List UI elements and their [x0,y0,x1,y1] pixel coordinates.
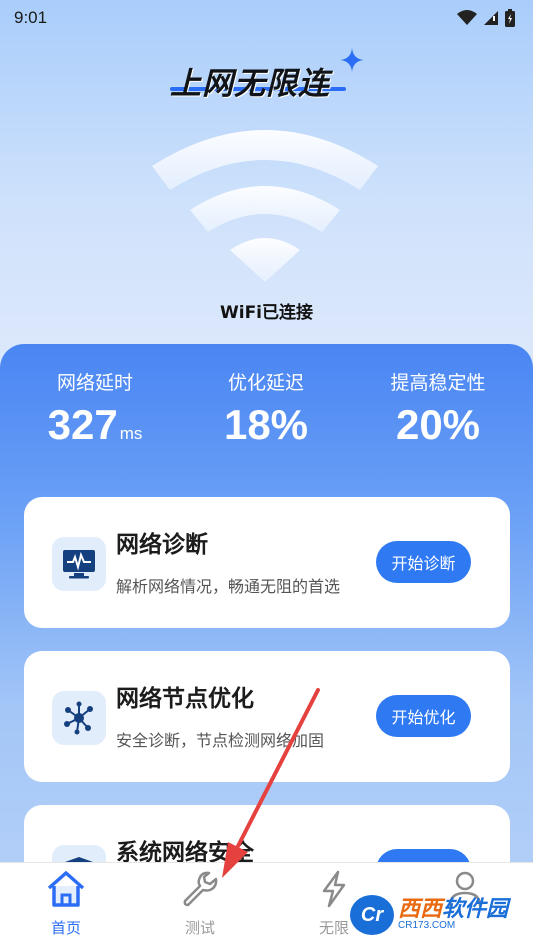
card-description: 解析网络情况，畅通无阻的首选 [116,577,341,596]
status-time: 9:01 [14,8,48,27]
battery-icon [505,9,515,27]
wifi-hero-icon [152,130,378,282]
wifi-signal-icon [457,10,477,25]
home-icon [47,871,85,907]
card-icon-box [52,537,106,591]
nav-item-test[interactable]: 测试 [155,869,245,938]
watermark: Cr 西西软件园 CR173.COM [350,895,530,935]
stat-label: 优化延迟 [227,372,304,394]
sparkle-icon [340,48,364,72]
stat-number: 327 [47,401,118,448]
card-icon-box [52,691,106,745]
card-description: 安全诊断，节点检测网络加固 [116,731,325,750]
stat-optimize: 优化延迟 18% [201,368,331,449]
start-optimize-button[interactable]: 开始优化 [376,695,471,737]
nav-item-home[interactable]: 首页 [21,869,111,938]
stat-latency: 网络延时 327 ms [30,368,160,449]
stat-stability: 提高稳定性 20% [372,368,504,449]
watermark-sub: CR173.COM [398,920,456,931]
wifi-status: WiFi已连接 [219,303,314,323]
stat-value: 20% [395,401,481,448]
lightning-icon [322,870,346,908]
status-bar: 9:01 [0,0,533,36]
stat-value: 327 ms [30,401,160,449]
nav-label: 首页 [50,919,81,937]
nav-label: 测试 [184,919,215,937]
start-diagnosis-button[interactable]: 开始诊断 [376,541,471,583]
watermark-main: 西西软件园 [398,899,508,921]
monitor-icon [63,550,95,579]
card-title: 网络诊断 [116,532,208,558]
card-node-optimization[interactable]: 网络节点优化 安全诊断，节点检测网络加固 开始优化 [24,651,510,782]
card-title: 网络节点优化 [116,686,254,712]
watermark-logo: Cr [350,895,394,935]
stat-unit: ms [119,424,143,443]
app-title: 上网无限连 [170,66,330,102]
stat-label: 网络延时 [56,372,133,394]
stat-label: 提高稳定性 [390,372,486,394]
cell-signal-icon [484,11,498,25]
card-network-diagnosis[interactable]: 网络诊断 解析网络情况，畅通无阻的首选 开始诊断 [24,497,510,628]
network-nodes-icon [64,701,93,735]
status-icons [457,9,515,27]
watermark-main-a: 西西 [398,897,443,922]
wrench-icon [183,871,218,907]
watermark-main-b: 软件园 [442,897,509,922]
watermark-text: 西西软件园 CR173.COM [398,899,508,931]
stat-value: 18% [223,401,309,448]
